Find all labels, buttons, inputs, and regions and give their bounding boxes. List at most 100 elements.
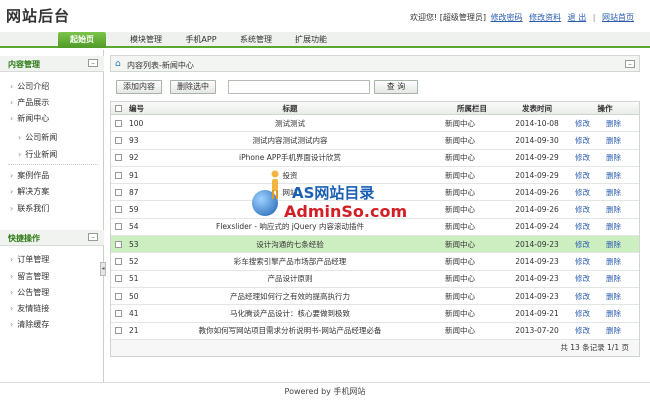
logout-link[interactable]: 退 出 — [568, 13, 587, 22]
edit-link[interactable]: 修改 — [575, 273, 590, 284]
edit-link[interactable]: 修改 — [575, 308, 590, 319]
table-row[interactable]: 21 教你如何写网站项目需求分析说明书-网站产品经理必备 新闻中心 2013-07-2… — [111, 323, 639, 340]
tab-extensions[interactable]: 扩展功能 — [284, 32, 338, 48]
edit-link[interactable]: 修改 — [575, 152, 590, 163]
table-row[interactable]: 93 测试内容测试测试内容 新闻中心 2014-09-30 修改 删除 — [111, 132, 639, 150]
table-row[interactable]: 100 测试测试 新闻中心 2014-10-08 修改 删除 — [111, 115, 639, 133]
row-checkbox[interactable] — [115, 271, 125, 287]
delete-link[interactable]: 删除 — [606, 256, 621, 267]
edit-link[interactable]: 修改 — [575, 135, 590, 146]
sidebar-toggle-icon[interactable]: ◂ — [100, 262, 106, 276]
sidebar-item-notices[interactable]: › 公告管理 — [10, 287, 49, 298]
row-id: 93 — [129, 135, 139, 145]
delete-link[interactable]: 删除 — [606, 273, 621, 284]
delete-link[interactable]: 删除 — [606, 291, 621, 302]
sidebar-item-company-intro[interactable]: › 公司介绍 — [10, 81, 49, 92]
delete-link[interactable]: 删除 — [606, 308, 621, 319]
row-title[interactable]: 测试测试 — [171, 115, 409, 131]
row-checkbox[interactable] — [115, 253, 125, 269]
row-title[interactable]: 测试内容测试测试内容 — [171, 132, 409, 148]
change-password-link[interactable]: 修改密码 — [491, 13, 523, 22]
search-button[interactable]: 查 询 — [374, 80, 418, 94]
edit-link[interactable]: 修改 — [575, 291, 590, 302]
edit-link[interactable]: 修改 — [575, 118, 590, 129]
row-checkbox[interactable] — [115, 219, 125, 235]
delete-link[interactable]: 删除 — [606, 135, 621, 146]
sidebar-item-friend-links[interactable]: › 友情链接 — [10, 303, 49, 314]
tab-home[interactable]: 起始页 — [58, 32, 106, 48]
sidebar-item-orders[interactable]: › 订单管理 — [10, 254, 49, 265]
row-title[interactable]: 产品经理如何行之有效的提高执行力 — [171, 288, 409, 304]
row-title[interactable]: 马化腾谈产品设计：核心要做到极致 — [171, 305, 409, 321]
table-row[interactable]: 92 iPhone APP手机界面设计欣赏 新闻中心 2014-09-29 修改 删除 — [111, 150, 639, 167]
content-section-header[interactable]: 内容管理 – — [0, 56, 104, 72]
sidebar-item-clear-cache[interactable]: › 清除缓存 — [10, 319, 49, 330]
row-title[interactable]: 教你如何写网站项目需求分析说明书-网站产品经理必备 — [171, 323, 409, 339]
delete-link[interactable]: 删除 — [606, 152, 621, 163]
tab-modules[interactable]: 模块管理 — [118, 32, 174, 48]
collapse-icon[interactable]: – — [88, 59, 98, 67]
add-content-button[interactable]: 添加内容 — [116, 80, 162, 94]
collapse-icon[interactable]: – — [88, 233, 98, 241]
row-checkbox[interactable] — [115, 323, 125, 339]
edit-link[interactable]: 修改 — [575, 187, 590, 198]
row-checkbox[interactable] — [115, 305, 125, 321]
edit-profile-link[interactable]: 修改资料 — [529, 13, 561, 22]
search-input[interactable] — [228, 80, 370, 94]
top-header: 网站后台 欢迎您! [超级管理员] 修改密码 修改资料 退 出 | 网站首页 — [0, 0, 650, 32]
row-title[interactable]: 彩车搜索引擎产品市场部产品经理 — [171, 253, 409, 269]
delete-link[interactable]: 删除 — [606, 325, 621, 336]
select-all-checkbox[interactable] — [115, 102, 125, 114]
row-checkbox[interactable] — [115, 132, 125, 148]
edit-link[interactable]: 修改 — [575, 221, 590, 232]
sidebar-item-company-news[interactable]: › 公司新闻 — [18, 132, 57, 143]
row-checkbox[interactable] — [115, 236, 125, 252]
delete-link[interactable]: 删除 — [606, 239, 621, 250]
edit-link[interactable]: 修改 — [575, 204, 590, 215]
quick-section-title: 快捷操作 — [8, 234, 40, 243]
table-row[interactable]: 41 马化腾谈产品设计：核心要做到极致 新闻中心 2014-09-21 修改 删除 — [111, 305, 639, 323]
row-checkbox[interactable] — [115, 201, 125, 217]
delete-link[interactable]: 删除 — [606, 221, 621, 232]
delete-link[interactable]: 删除 — [606, 204, 621, 215]
col-header-actions: 操作 — [597, 103, 613, 113]
row-title[interactable]: iPhone APP手机界面设计欣赏 — [171, 150, 409, 166]
sidebar-item-industry-news[interactable]: › 行业新闻 — [18, 149, 57, 160]
edit-link[interactable]: 修改 — [575, 170, 590, 181]
edit-link[interactable]: 修改 — [575, 256, 590, 267]
delete-link[interactable]: 删除 — [606, 170, 621, 181]
table-row[interactable]: 53 设计沟通的七条经验 新闻中心 2014-09-23 修改 删除 — [111, 236, 639, 254]
row-title[interactable]: 产品设计原则 — [171, 271, 409, 287]
row-checkbox[interactable] — [115, 150, 125, 166]
edit-link[interactable]: 修改 — [575, 239, 590, 250]
row-id: 50 — [129, 291, 139, 301]
bullet-icon: › — [18, 133, 22, 142]
row-date: 2014-09-23 — [515, 274, 559, 284]
table-row[interactable]: 51 产品设计原则 新闻中心 2014-09-23 修改 删除 — [111, 271, 639, 288]
row-title[interactable]: 设计沟通的七条经验 — [171, 236, 409, 252]
row-checkbox[interactable] — [115, 115, 125, 131]
sidebar-item-solutions[interactable]: › 解决方案 — [10, 186, 49, 197]
sidebar-item-contact[interactable]: › 联系我们 — [10, 203, 49, 214]
collapse-icon[interactable]: – — [625, 60, 635, 68]
site-home-link[interactable]: 网站首页 — [602, 13, 634, 22]
pagination-info: 共 13 条记录 1/1 页 — [560, 343, 629, 353]
row-checkbox[interactable] — [115, 167, 125, 183]
quick-section-header[interactable]: 快捷操作 – — [0, 230, 104, 246]
sidebar-item-products[interactable]: › 产品展示 — [10, 97, 49, 108]
delete-link[interactable]: 删除 — [606, 187, 621, 198]
table-row[interactable]: 52 彩车搜索引擎产品市场部产品经理 新闻中心 2014-09-23 修改 删除 — [111, 253, 639, 271]
edit-link[interactable]: 修改 — [575, 325, 590, 336]
table-footer: 共 13 条记录 1/1 页 — [111, 339, 639, 356]
delete-link[interactable]: 删除 — [606, 118, 621, 129]
tab-mobile-app[interactable]: 手机APP — [174, 32, 228, 48]
delete-selected-button[interactable]: 删除选中 — [170, 80, 216, 94]
row-checkbox[interactable] — [115, 288, 125, 304]
sidebar-item-messages[interactable]: › 留言管理 — [10, 271, 49, 282]
row-date: 2014-09-30 — [515, 135, 559, 145]
row-checkbox[interactable] — [115, 184, 125, 200]
table-row[interactable]: 50 产品经理如何行之有效的提高执行力 新闻中心 2014-09-23 修改 删除 — [111, 288, 639, 306]
sidebar-item-news-center[interactable]: › 新闻中心 — [10, 113, 49, 124]
sidebar-item-cases[interactable]: › 案例作品 — [10, 170, 49, 181]
tab-system[interactable]: 系统管理 — [228, 32, 284, 48]
